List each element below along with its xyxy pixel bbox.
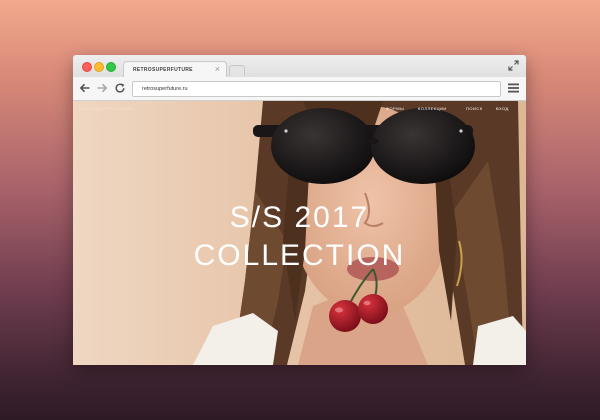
tab-title: RETROSUPERFUTURE [133, 67, 193, 73]
site-nav: RETROSUPERFUTURE ФОРМЫ КОЛЛЕКЦИИ ПОИСК В… [73, 106, 526, 116]
page-viewport: RETROSUPERFUTURE ФОРМЫ КОЛЛЕКЦИИ ПОИСК В… [73, 101, 526, 365]
nav-link-search[interactable]: ПОИСК [466, 106, 483, 111]
browser-window: RETROSUPERFUTURE × retrosuperfuture.ru R… [73, 55, 526, 365]
reload-icon[interactable] [114, 82, 126, 94]
nav-link-collections[interactable]: КОЛЛЕКЦИИ [418, 106, 447, 111]
back-arrow-icon[interactable] [79, 82, 91, 94]
address-text: retrosuperfuture.ru [142, 86, 188, 92]
menu-icon[interactable] [508, 83, 519, 93]
close-window-button[interactable] [82, 62, 92, 72]
site-nav-links: ФОРМЫ КОЛЛЕКЦИИ ПОИСК ВХОД [386, 106, 526, 116]
nav-link-forms[interactable]: ФОРМЫ [386, 106, 404, 111]
site-logo[interactable]: RETROSUPERFUTURE [79, 106, 133, 111]
hero-title-collection: COLLECTION [193, 239, 406, 272]
address-bar[interactable]: retrosuperfuture.ru [132, 81, 501, 97]
nav-link-login[interactable]: ВХОД [496, 106, 509, 111]
title-bar: RETROSUPERFUTURE × [73, 55, 526, 78]
browser-toolbar: retrosuperfuture.ru [73, 77, 526, 101]
new-tab-button[interactable] [229, 65, 245, 76]
forward-arrow-icon[interactable] [96, 82, 108, 94]
hero-title-season: S/S 2017 [229, 201, 370, 234]
minimize-window-button[interactable] [94, 62, 104, 72]
fullscreen-icon[interactable] [508, 60, 519, 71]
tab-close-icon[interactable]: × [215, 64, 220, 74]
browser-tab[interactable]: RETROSUPERFUTURE × [123, 61, 227, 78]
zoom-window-button[interactable] [106, 62, 116, 72]
